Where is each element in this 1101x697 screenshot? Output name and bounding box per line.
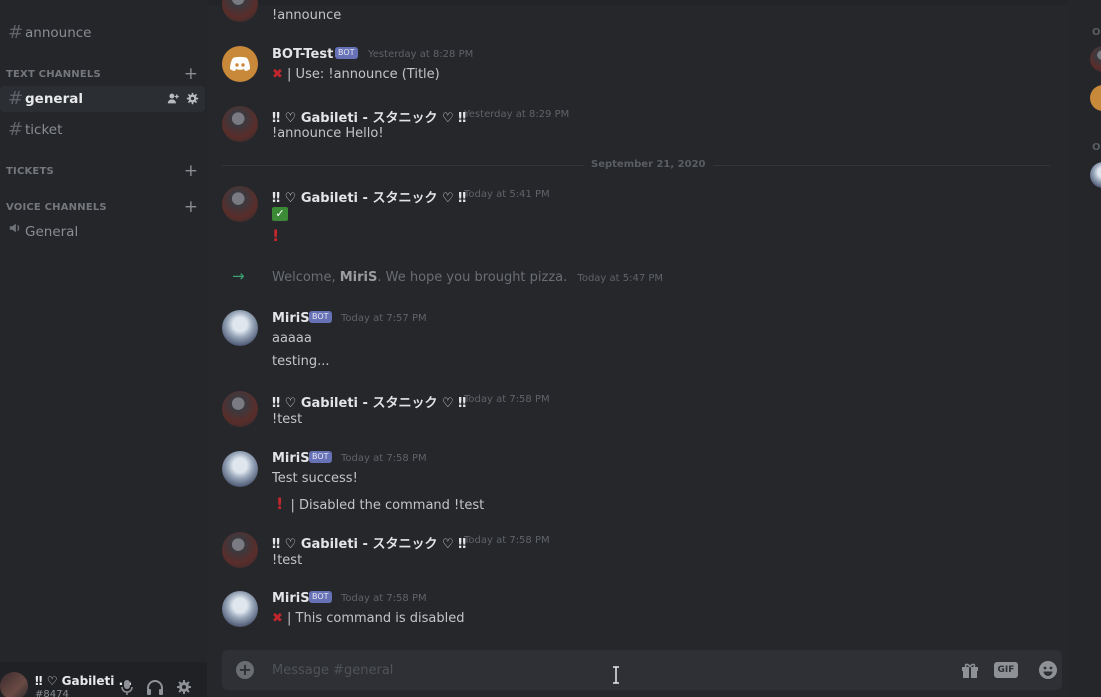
- timestamp: Today at 7:58 PM: [341, 453, 427, 464]
- avatar[interactable]: [0, 672, 28, 697]
- category-label: TEXT CHANNELS: [6, 68, 101, 80]
- bot-badge: BOT: [309, 451, 332, 463]
- category-label: VOICE CHANNELS: [6, 201, 107, 213]
- timestamp: Today at 5:41 PM: [464, 189, 550, 200]
- member-group-header: O: [1092, 142, 1101, 153]
- category-voice-channels[interactable]: VOICE CHANNELS +: [6, 199, 198, 216]
- gift-icon[interactable]: [960, 660, 980, 680]
- bot-badge: BOT: [335, 47, 358, 59]
- add-channel-icon[interactable]: +: [184, 66, 198, 83]
- avatar[interactable]: [222, 46, 258, 82]
- timestamp: Yesterday at 8:28 PM: [368, 49, 474, 60]
- message-text: !announce: [272, 8, 342, 23]
- exclamation-icon: !: [272, 226, 280, 245]
- discord-logo-icon: [230, 56, 250, 71]
- member-list: O O: [1067, 0, 1101, 697]
- add-channel-icon[interactable]: +: [184, 199, 198, 216]
- message-author[interactable]: ‼ ♡ Gabileti - スタニック ♡ ‼: [272, 533, 466, 552]
- user-settings-icon[interactable]: [176, 679, 192, 695]
- avatar[interactable]: [222, 310, 258, 346]
- channel-settings-icon[interactable]: [186, 92, 199, 105]
- message-text: ! | Disabled the command !test: [276, 494, 485, 513]
- timestamp: Today at 7:58 PM: [341, 593, 427, 604]
- gif-button[interactable]: GIF: [994, 662, 1018, 678]
- header-edge: [207, 0, 1067, 6]
- channel-label: General: [25, 224, 79, 240]
- user-tag: #8474: [35, 689, 69, 697]
- speaker-icon: [0, 219, 22, 245]
- upload-plus-icon[interactable]: +: [236, 661, 254, 679]
- avatar[interactable]: [222, 391, 258, 427]
- timestamp: Today at 7:58 PM: [464, 394, 550, 405]
- cross-mark-icon: ✖: [272, 611, 283, 626]
- member-group-header: O: [1092, 27, 1101, 38]
- message-author[interactable]: MiriS: [272, 451, 310, 466]
- member-avatar[interactable]: [1090, 85, 1101, 111]
- emoji-icon[interactable]: [1038, 660, 1058, 680]
- message-text: testing...: [272, 354, 330, 369]
- text-cursor-icon: [613, 666, 619, 684]
- message-text: !test: [272, 412, 303, 427]
- chat-area: !announce BOT-Test BOT Yesterday at 8:28…: [207, 0, 1074, 697]
- message-author[interactable]: BOT-Test: [272, 47, 333, 62]
- check-mark-icon: ✓: [272, 207, 288, 221]
- channel-ticket[interactable]: # ticket: [0, 117, 205, 143]
- message-input[interactable]: [272, 660, 872, 680]
- message-text: !: [272, 226, 279, 245]
- hash-icon: #: [8, 22, 24, 43]
- avatar[interactable]: [222, 532, 258, 568]
- avatar[interactable]: [222, 186, 258, 222]
- channel-general[interactable]: # general: [0, 86, 205, 112]
- message-text: ✓: [272, 206, 288, 221]
- username: ‼ ♡ Gabileti ...: [35, 674, 133, 688]
- channel-sidebar: # announce TEXT CHANNELS + # general # t…: [0, 0, 207, 697]
- timestamp: Today at 5:47 PM: [577, 273, 664, 284]
- message-author[interactable]: ‼ ♡ Gabileti - スタニック ♡ ‼: [272, 392, 466, 411]
- invite-icon[interactable]: [167, 92, 180, 105]
- member-avatar[interactable]: [1090, 162, 1101, 188]
- category-text-channels[interactable]: TEXT CHANNELS +: [6, 66, 198, 83]
- message-text: ✖ | Use: !announce (Title): [272, 67, 440, 82]
- add-channel-icon[interactable]: +: [184, 163, 198, 180]
- message-author[interactable]: MiriS: [272, 311, 310, 326]
- bot-badge: BOT: [309, 591, 332, 603]
- voice-channel-general[interactable]: General: [0, 219, 205, 245]
- system-join-message: Welcome, MiriS. We hope you brought pizz…: [272, 270, 664, 285]
- headphones-icon[interactable]: [146, 679, 164, 695]
- category-label: TICKETS: [6, 165, 54, 177]
- join-username[interactable]: MiriS: [340, 270, 378, 285]
- message-text: aaaaa: [272, 331, 312, 346]
- hash-icon: #: [8, 119, 24, 140]
- avatar[interactable]: [222, 451, 258, 487]
- hash-icon: #: [8, 88, 24, 109]
- message-composer: + GIF: [222, 650, 1062, 690]
- cross-mark-icon: ✖: [272, 67, 283, 82]
- microphone-icon[interactable]: [120, 679, 134, 695]
- avatar[interactable]: [222, 591, 258, 627]
- exclamation-icon: !: [276, 494, 284, 513]
- avatar[interactable]: [222, 0, 258, 22]
- message-author[interactable]: ‼ ♡ Gabileti - スタニック ♡ ‼: [272, 187, 466, 206]
- message-text: !test: [272, 553, 303, 568]
- category-tickets[interactable]: TICKETS +: [6, 163, 198, 180]
- channel-label: general: [25, 91, 83, 107]
- timestamp: Today at 7:57 PM: [341, 313, 427, 324]
- message-author[interactable]: MiriS: [272, 591, 310, 606]
- message-text: !announce Hello!: [272, 126, 384, 141]
- channel-label: announce: [25, 25, 92, 41]
- message-author[interactable]: ‼ ♡ Gabileti - スタニック ♡ ‼: [272, 107, 466, 126]
- member-avatar[interactable]: [1090, 46, 1101, 72]
- timestamp: Today at 7:58 PM: [464, 535, 550, 546]
- user-panel: ‼ ♡ Gabileti ... #8474: [0, 662, 207, 697]
- channel-label: ticket: [25, 122, 63, 138]
- join-arrow-icon: →: [232, 267, 245, 285]
- avatar[interactable]: [222, 106, 258, 142]
- bot-badge: BOT: [309, 311, 332, 323]
- timestamp: Yesterday at 8:29 PM: [464, 109, 570, 120]
- date-divider-label: September 21, 2020: [584, 159, 713, 170]
- message-text: Test success!: [272, 471, 358, 486]
- channel-announce[interactable]: # announce: [0, 20, 205, 46]
- message-text: ✖ | This command is disabled: [272, 611, 465, 626]
